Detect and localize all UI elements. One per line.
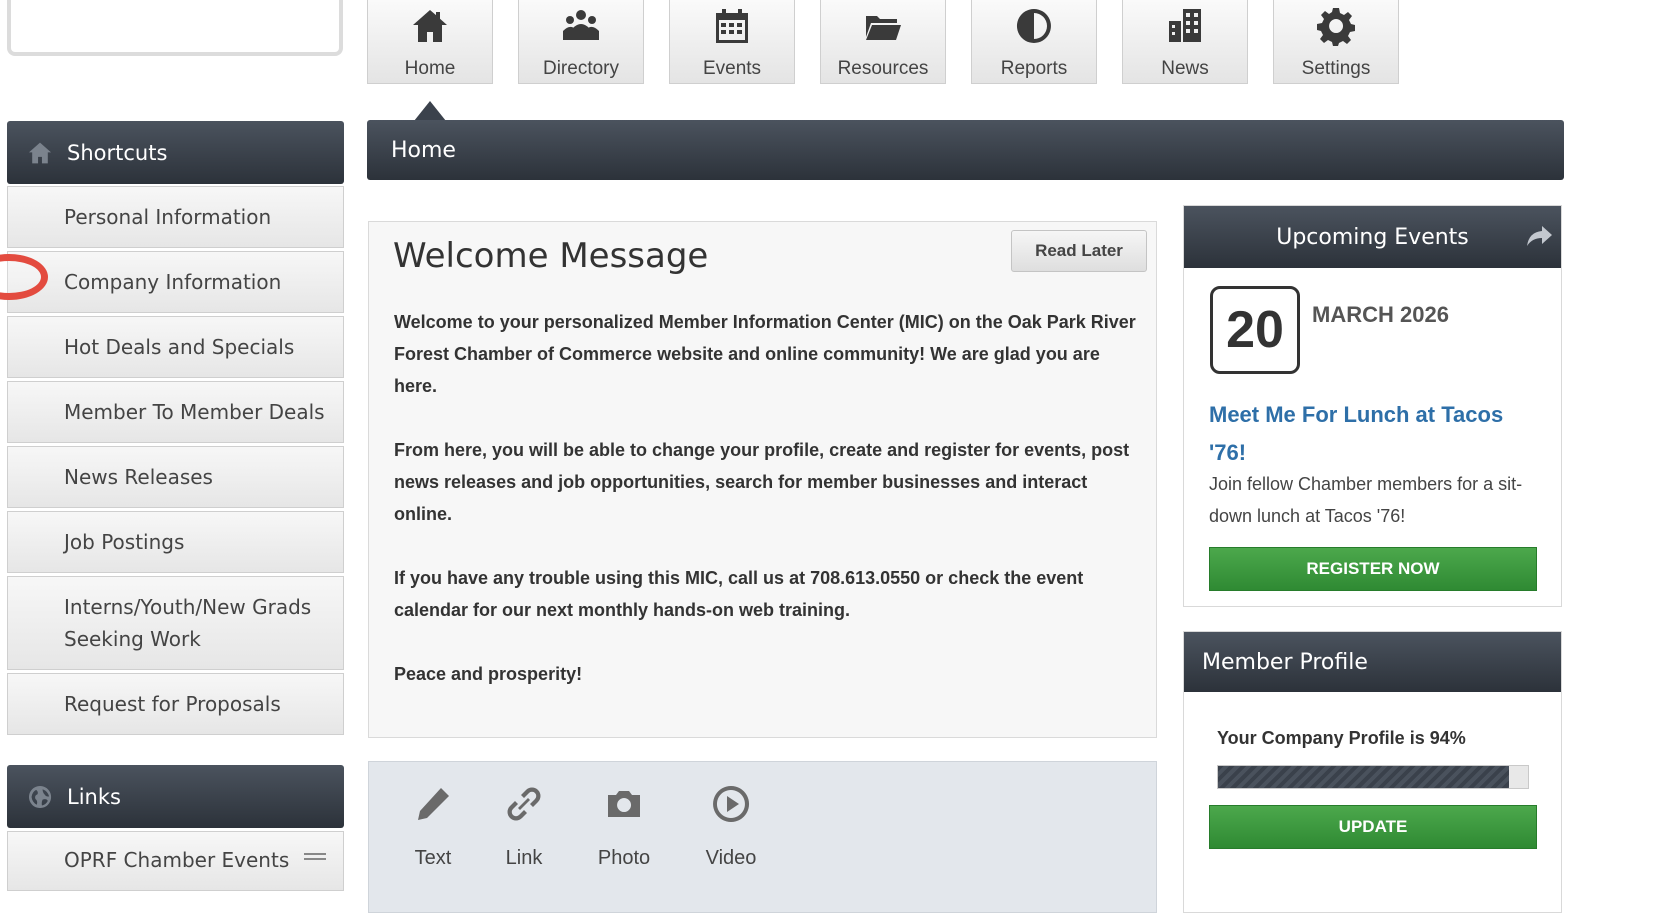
pie-chart-icon <box>1016 9 1051 43</box>
nav-reports[interactable]: Reports <box>971 0 1097 84</box>
globe-icon <box>28 785 52 808</box>
post-photo-label: Photo <box>597 847 651 869</box>
links-item-oprf-chamber-events[interactable]: OPRF Chamber Events <box>7 831 344 891</box>
post-text-button[interactable]: Text <box>393 784 473 870</box>
upcoming-events-header: Upcoming Events <box>1184 206 1561 268</box>
profile-progress-fill <box>1218 766 1510 788</box>
welcome-panel: Welcome Message Read Later Welcome to yo… <box>368 221 1157 738</box>
breadcrumb-current: Home <box>391 137 456 163</box>
event-month: MARCH 2026 <box>1312 302 1449 327</box>
nav-settings[interactable]: Settings <box>1273 0 1399 84</box>
nav-resources[interactable]: Resources <box>820 0 946 84</box>
drag-handle-icon[interactable] <box>304 853 326 863</box>
link-icon <box>507 787 541 821</box>
post-link-button[interactable]: Link <box>484 784 564 870</box>
play-icon <box>713 786 750 822</box>
read-later-button[interactable]: Read Later <box>1011 230 1147 272</box>
nav-directory-label: Directory <box>542 58 619 79</box>
member-profile-header: Member Profile <box>1184 632 1561 692</box>
welcome-paragraph: Welcome to your personalized Member Info… <box>394 312 1136 396</box>
camera-icon <box>608 791 640 817</box>
event-date-badge: 20 <box>1210 286 1300 374</box>
shortcuts-header: Shortcuts <box>7 121 344 184</box>
main-nav: Home Directory Events Resources Reports … <box>367 0 1399 84</box>
upcoming-events-title: Upcoming Events <box>1276 224 1469 250</box>
share-arrow-icon[interactable] <box>1526 224 1552 248</box>
sidebar-item-job-postings[interactable]: Job Postings <box>7 511 344 573</box>
calendar-icon <box>716 9 748 43</box>
welcome-paragraph: From here, you will be able to change yo… <box>394 440 1130 524</box>
profile-completion-text: Your Company Profile is 94% <box>1217 728 1466 748</box>
event-description: Join fellow Chamber members for a sit-do… <box>1209 474 1523 526</box>
welcome-title: Welcome Message <box>393 236 709 276</box>
post-text-label: Text <box>414 847 452 869</box>
post-video-label: Video <box>705 847 757 869</box>
pencil-icon <box>418 788 449 820</box>
nav-news-label: News <box>1161 58 1209 79</box>
event-title-link[interactable]: Meet Me For Lunch at Tacos '76! <box>1209 396 1539 472</box>
upcoming-events-panel: Upcoming Events 20 MARCH 2026 Meet Me Fo… <box>1183 205 1562 607</box>
update-profile-button[interactable]: UPDATE <box>1209 805 1537 849</box>
search-box[interactable] <box>7 0 343 56</box>
shortcuts-list: Personal Information Company Information… <box>7 186 344 738</box>
welcome-paragraph: If you have any trouble using this MIC, … <box>394 568 1084 620</box>
home-icon <box>28 142 52 163</box>
buildings-icon <box>1169 9 1201 42</box>
folder-icon <box>866 16 901 40</box>
welcome-paragraph: Peace and prosperity! <box>394 664 583 684</box>
home-icon <box>413 10 447 42</box>
nav-home-label: Home <box>404 58 456 79</box>
nav-events-label: Events <box>702 58 762 79</box>
member-profile-panel: Member Profile Your Company Profile is 9… <box>1183 631 1562 913</box>
shortcuts-title: Shortcuts <box>67 140 168 165</box>
member-profile-title: Member Profile <box>1202 649 1368 675</box>
sidebar-item-news-releases[interactable]: News Releases <box>7 446 344 508</box>
nav-home[interactable]: Home <box>367 0 493 84</box>
sidebar-item-personal-information[interactable]: Personal Information <box>7 186 344 248</box>
directory-icon <box>563 10 599 40</box>
nav-directory[interactable]: Directory <box>518 0 644 84</box>
register-now-button[interactable]: REGISTER NOW <box>1209 547 1537 591</box>
sidebar-item-member-deals[interactable]: Member To Member Deals <box>7 381 344 443</box>
links-header: Links <box>7 765 344 828</box>
profile-progress-bar <box>1217 765 1529 789</box>
gear-icon <box>1317 8 1355 46</box>
sidebar-item-request-for-proposals[interactable]: Request for Proposals <box>7 673 344 735</box>
sidebar-item-interns-seeking-work[interactable]: Interns/Youth/New Grads Seeking Work <box>7 576 344 670</box>
nav-reports-label: Reports <box>1000 58 1068 79</box>
nav-news[interactable]: News <box>1122 0 1248 84</box>
nav-settings-label: Settings <box>1301 58 1371 79</box>
post-tools-panel: Text Link Photo Video <box>368 761 1157 913</box>
post-video-button[interactable]: Video <box>691 784 771 870</box>
welcome-body: Welcome to your personalized Member Info… <box>394 306 1139 722</box>
links-title: Links <box>67 784 121 809</box>
post-photo-button[interactable]: Photo <box>584 784 664 870</box>
sidebar-item-hot-deals[interactable]: Hot Deals and Specials <box>7 316 344 378</box>
nav-resources-label: Resources <box>837 58 929 79</box>
active-nav-pointer <box>414 101 446 121</box>
page-title: Home <box>367 120 1564 180</box>
nav-events[interactable]: Events <box>669 0 795 84</box>
post-link-label: Link <box>505 847 543 869</box>
sidebar-item-company-information[interactable]: Company Information <box>7 251 344 313</box>
